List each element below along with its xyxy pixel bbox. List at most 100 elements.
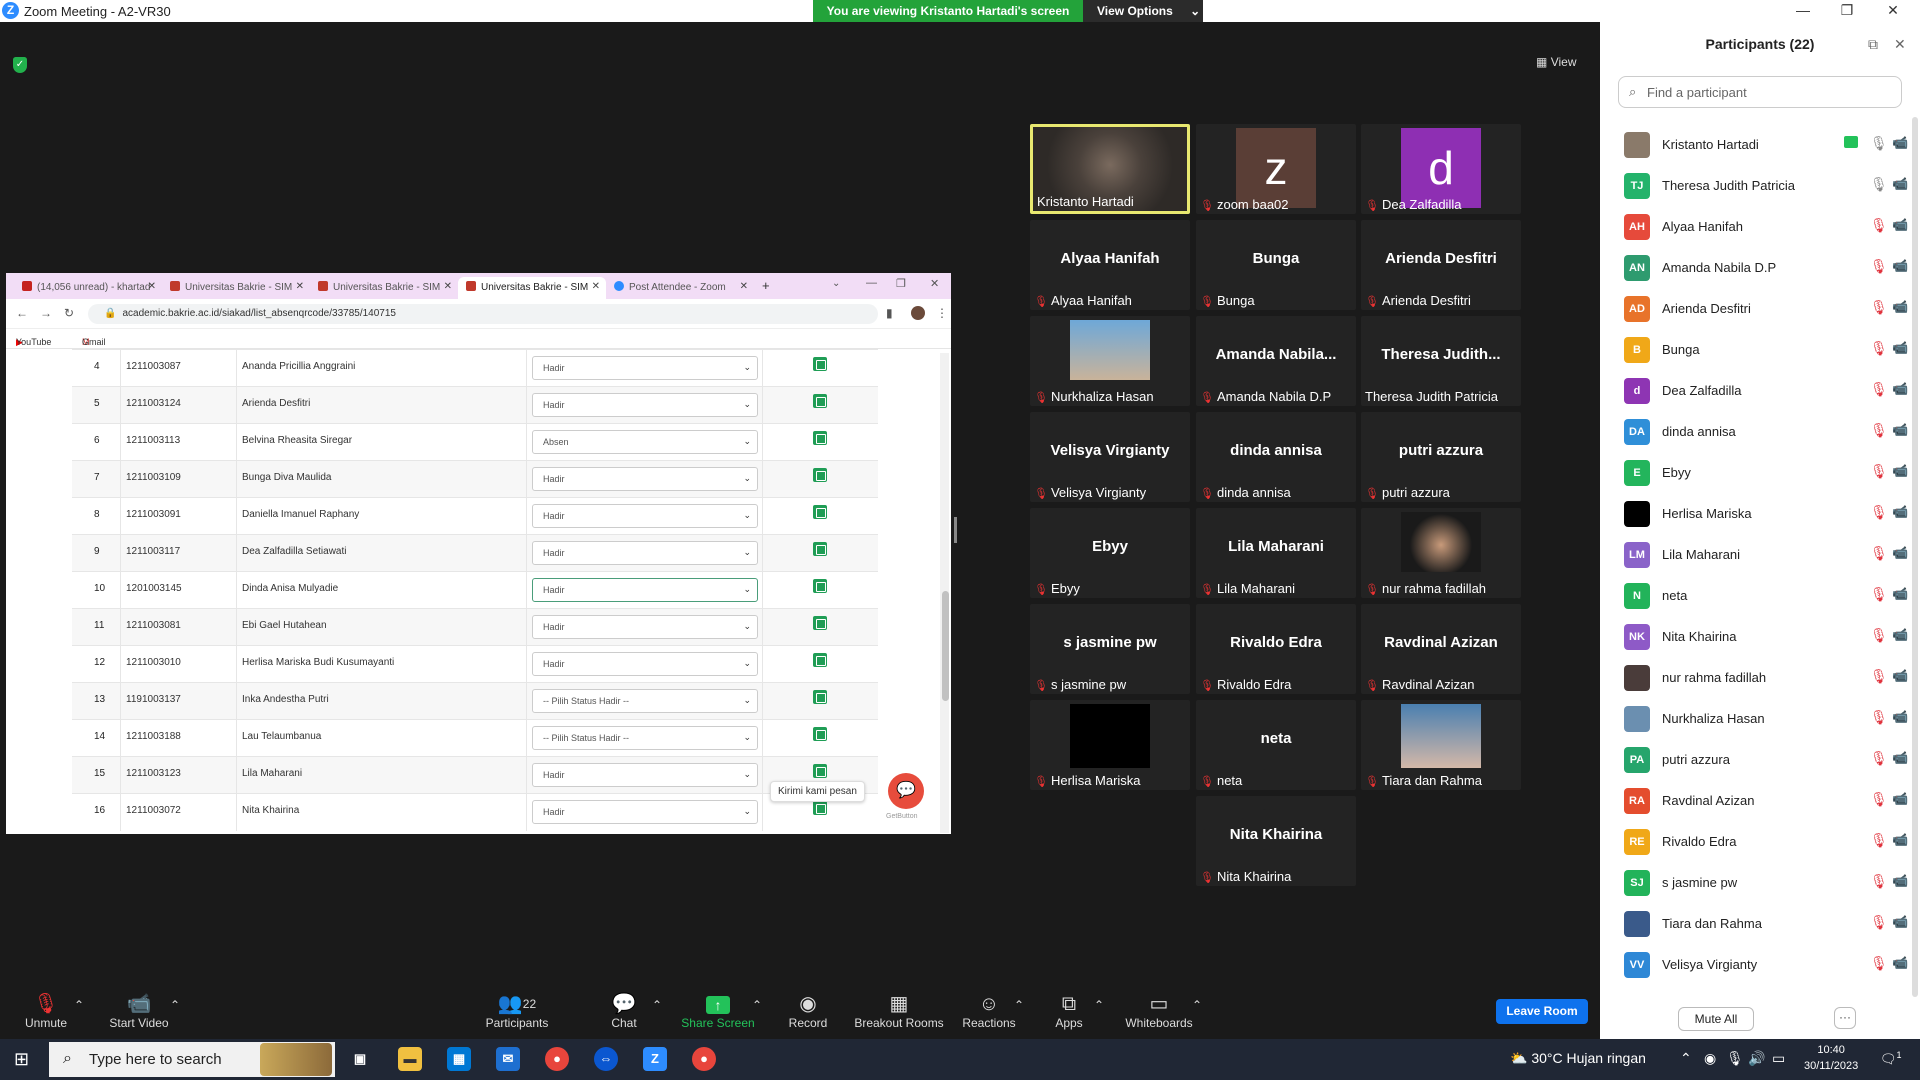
participants-button[interactable]: 👥22 Participants — [482, 992, 552, 1030]
video-tile[interactable]: z 🎙 zoom baa02 — [1196, 124, 1356, 214]
unmute-button[interactable]: 🎙 Unmute — [22, 992, 70, 1030]
video-tile[interactable]: s jasmine pw 🎙 s jasmine pw — [1030, 604, 1190, 694]
video-tile[interactable]: Rivaldo Edra 🎙 Rivaldo Edra — [1196, 604, 1356, 694]
video-tile[interactable]: Kristanto Hartadi — [1030, 124, 1190, 214]
attendance-status-select[interactable]: -- Pilih Status Hadir -- ⌄ — [532, 689, 758, 713]
save-icon[interactable] — [813, 801, 827, 815]
encryption-shield-icon[interactable]: ✓ — [13, 57, 27, 73]
video-off-icon[interactable]: 📹 — [1892, 299, 1908, 315]
participant-row[interactable]: Nneta 🎙 📹 — [1620, 575, 1908, 616]
participant-row[interactable]: Tiara dan Rahma 🎙 📹 — [1620, 903, 1908, 944]
microphone-icon[interactable]: 🎙 — [1870, 135, 1888, 152]
microphone-muted-icon[interactable]: 🎙 — [1870, 750, 1888, 767]
save-icon[interactable] — [813, 764, 827, 778]
video-off-icon[interactable]: 📹 — [1892, 504, 1908, 520]
back-icon[interactable]: ← — [16, 306, 28, 320]
leave-room-button[interactable]: Leave Room — [1496, 999, 1588, 1024]
video-off-icon[interactable]: 📹 — [1892, 545, 1908, 561]
restore-button[interactable]: ❐ — [1832, 2, 1862, 19]
save-icon[interactable] — [813, 357, 827, 371]
profile-avatar[interactable] — [911, 306, 925, 320]
video-tile[interactable]: Lila Maharani 🎙 Lila Maharani — [1196, 508, 1356, 598]
participant-row[interactable]: B Bunga 🎙 📹 — [1620, 329, 1908, 370]
browser-tab-zoom[interactable]: Post Attendee - Zoom ✕ — [606, 277, 754, 299]
video-tile[interactable]: Ebyy 🎙 Ebyy — [1030, 508, 1190, 598]
whiteboards-button[interactable]: ▭ Whiteboards — [1124, 992, 1194, 1030]
save-icon[interactable] — [813, 468, 827, 482]
video-tile[interactable]: neta 🎙 neta — [1196, 700, 1356, 790]
video-off-icon[interactable]: 📹 — [1892, 422, 1908, 438]
microphone-muted-icon[interactable]: 🎙 — [1870, 955, 1888, 972]
microphone-muted-icon[interactable]: 🎙 — [1870, 545, 1888, 562]
close-tab-icon[interactable]: ✕ — [296, 281, 304, 292]
video-off-icon[interactable]: 📹 — [1892, 217, 1908, 233]
video-tile[interactable]: 🎙 Nurkhaliza Hasan — [1030, 316, 1190, 406]
view-options-button[interactable]: View Options ⌄ — [1083, 0, 1203, 22]
attendance-status-select[interactable]: Absen ⌄ — [532, 430, 758, 454]
participant-row[interactable]: Kristanto Hartadi 🎙 📹 — [1620, 124, 1908, 165]
participant-row[interactable]: AD Arienda Desfitri 🎙 📹 — [1620, 288, 1908, 329]
close-tab-icon[interactable]: ✕ — [148, 281, 156, 292]
video-off-icon[interactable]: 📹 — [1892, 709, 1908, 725]
video-off-icon[interactable]: 📹 — [1892, 955, 1908, 971]
reactions-button[interactable]: ☺ Reactions — [962, 992, 1016, 1030]
save-icon[interactable] — [813, 579, 827, 593]
video-options-caret-icon[interactable]: ⌃ — [170, 998, 180, 1012]
browser-restore-icon[interactable]: ❐ — [896, 277, 906, 290]
volume-icon[interactable]: 🔊 — [1748, 1050, 1765, 1067]
chat-options-caret-icon[interactable]: ⌃ — [652, 998, 662, 1012]
participant-row[interactable]: d Dea Zalfadilla 🎙 📹 — [1620, 370, 1908, 411]
video-tile[interactable]: Theresa Judith... Theresa Judith Patricia — [1361, 316, 1521, 406]
video-off-icon[interactable]: 📹 — [1892, 463, 1908, 479]
microphone-muted-icon[interactable]: 🎙 — [1870, 504, 1888, 521]
browser-minimize-icon[interactable]: — — [866, 277, 877, 289]
chat-widget-button[interactable]: 💬 — [888, 773, 924, 809]
video-off-icon[interactable]: 📹 — [1892, 832, 1908, 848]
microphone-muted-icon[interactable]: 🎙 — [1870, 791, 1888, 808]
save-icon[interactable] — [813, 431, 827, 445]
video-tile[interactable]: Arienda Desfitri 🎙 Arienda Desfitri — [1361, 220, 1521, 310]
url-field[interactable]: 🔒 academic.bakrie.ac.id/siakad/list_absen… — [88, 304, 878, 324]
whiteboards-options-caret-icon[interactable]: ⌃ — [1192, 998, 1202, 1012]
getbutton-credit[interactable]: GetButton — [886, 813, 918, 820]
video-tile[interactable]: Amanda Nabila... 🎙 Amanda Nabila D.P — [1196, 316, 1356, 406]
chrome-icon[interactable]: ● — [692, 1047, 716, 1071]
video-off-icon[interactable]: 📹 — [1892, 586, 1908, 602]
start-video-button[interactable]: 📹 Start Video — [104, 992, 174, 1030]
new-tab-button[interactable]: + — [762, 278, 770, 293]
microphone-icon[interactable]: 🎙 — [1726, 1050, 1744, 1067]
audio-options-caret-icon[interactable]: ⌃ — [74, 998, 84, 1012]
microphone-muted-icon[interactable]: 🎙 — [1870, 627, 1888, 644]
video-tile[interactable]: Bunga 🎙 Bunga — [1196, 220, 1356, 310]
video-tile[interactable]: putri azzura 🎙 putri azzura — [1361, 412, 1521, 502]
microphone-muted-icon[interactable]: 🎙 — [1870, 422, 1888, 439]
microphone-muted-icon[interactable]: 🎙 — [1870, 381, 1888, 398]
zoom-taskbar-icon[interactable]: Z — [643, 1047, 667, 1071]
store-icon[interactable]: ▦ — [447, 1047, 471, 1071]
attendance-status-select[interactable]: Hadir ⌄ — [532, 800, 758, 824]
forward-icon[interactable]: → — [40, 306, 52, 320]
sidebar-icon[interactable]: ▮ — [886, 306, 893, 320]
popout-icon[interactable]: ⧉ — [1868, 36, 1878, 53]
participant-row[interactable]: LM Lila Maharani 🎙 📹 — [1620, 534, 1908, 575]
attendance-status-select[interactable]: Hadir ⌄ — [532, 504, 758, 528]
close-panel-icon[interactable]: ✕ — [1894, 36, 1906, 53]
task-view-icon[interactable]: ▣ — [348, 1047, 372, 1071]
close-button[interactable]: ✕ — [1878, 2, 1908, 19]
microphone-muted-icon[interactable]: 🎙 — [1870, 340, 1888, 357]
video-tile[interactable]: dinda annisa 🎙 dinda annisa — [1196, 412, 1356, 502]
record-tray-icon[interactable]: ◉ — [1704, 1050, 1716, 1067]
more-options-button[interactable]: ··· — [1834, 1007, 1856, 1029]
save-icon[interactable] — [813, 653, 827, 667]
splitter-handle[interactable] — [954, 517, 957, 543]
microphone-muted-icon[interactable]: 🎙 — [1870, 668, 1888, 685]
microphone-icon[interactable]: 🎙 — [1870, 176, 1888, 193]
tab-search-icon[interactable]: ⌄ — [832, 278, 840, 289]
participant-row[interactable]: AN Amanda Nabila D.P 🎙 📹 — [1620, 247, 1908, 288]
video-off-icon[interactable]: 📹 — [1892, 750, 1908, 766]
teamviewer-icon[interactable]: ⇔ — [594, 1047, 618, 1071]
share-options-caret-icon[interactable]: ⌃ — [752, 998, 762, 1012]
apps-options-caret-icon[interactable]: ⌃ — [1094, 998, 1104, 1012]
participant-row[interactable]: PA putri azzura 🎙 📹 — [1620, 739, 1908, 780]
tray-chevron-icon[interactable]: ⌃ — [1680, 1050, 1692, 1067]
